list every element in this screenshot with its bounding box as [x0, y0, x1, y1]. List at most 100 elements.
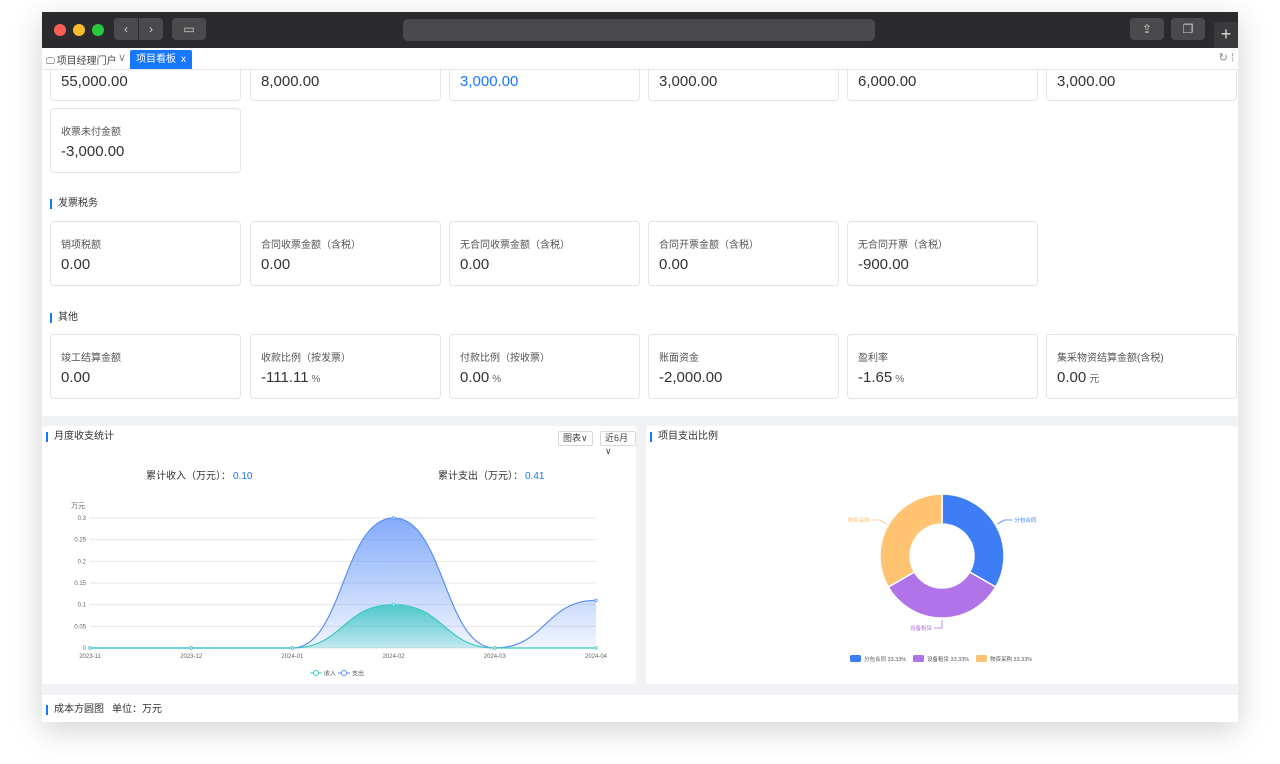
metric-unit: % [311, 374, 321, 385]
pie-label: 设备租赁 [910, 624, 933, 632]
pie-label: 分包合同 [1014, 516, 1037, 524]
y-tick-label: 0.2 [78, 559, 87, 565]
metric-card: 8,000.00 [250, 70, 441, 101]
income-point [493, 646, 497, 650]
metric-label: 收票未付金额 [61, 127, 121, 138]
share-button[interactable]: ⇪ [1130, 18, 1164, 40]
metric-value: 0.00 元 [1057, 369, 1099, 386]
address-bar[interactable] [403, 19, 875, 41]
tab-close-icon[interactable]: x [181, 54, 186, 65]
metric-label: 合同开票金额（含税） [659, 240, 759, 251]
metric-number: 0.00 [460, 369, 490, 386]
monthly-area-chart: 万元 0 0.05 0.1 0.15 0.2 0.25 0.3 2023-11 2023-12 20… [71, 502, 608, 678]
y-tick-label: 0.15 [74, 581, 86, 587]
metric-label: 付款比例（按收票） [460, 353, 550, 364]
legend-marker [313, 670, 319, 676]
metric-number: 0.00 [61, 369, 91, 386]
metric-value: 0.00 [61, 256, 91, 273]
other-card: 竣工结算金额 0.00 [50, 334, 241, 399]
pie-label-line [997, 519, 1013, 525]
x-tick-label: 2023-11 [79, 654, 101, 660]
monitor-icon: 🖵 [46, 56, 55, 66]
y-tick-label: 0 [83, 646, 87, 652]
other-card: 收款比例（按发票） -111.11% [250, 334, 441, 399]
income-point [594, 646, 598, 650]
x-tick-label: 2024-02 [383, 654, 406, 660]
metric-number: -2,000.00 [659, 369, 723, 386]
metric-value: 3,000.00 [659, 73, 718, 90]
legend-swatch [850, 655, 861, 662]
legend-swatch [913, 655, 924, 662]
section-title-other: 其他 [50, 313, 78, 323]
zoom-window-button[interactable] [92, 24, 104, 36]
other-card: 账面资金 -2,000.00 [648, 334, 839, 399]
metric-value: -900.00 [858, 256, 909, 273]
metric-label: 收款比例（按发票） [261, 353, 351, 364]
legend-label: 收入 [324, 670, 336, 678]
chevron-right-icon: › [149, 22, 153, 36]
metric-label: 无合同开票（含税） [858, 240, 948, 251]
y-axis-unit: 万元 [71, 502, 85, 510]
expense-point [594, 598, 598, 603]
pie-slice [887, 570, 997, 619]
metric-value: 0.00 [460, 256, 490, 273]
cost-panel-title-text: 成本方圆图 [54, 704, 104, 715]
refresh-icon[interactable]: ↻ ⁞ [1219, 51, 1234, 64]
other-card: 付款比例（按收票） 0.00% [449, 334, 640, 399]
tax-card: 无合同收票金额（含税） 0.00 [449, 221, 640, 286]
share-icon: ⇪ [1141, 22, 1153, 36]
x-tick-label: 2024-01 [281, 654, 304, 660]
y-tick-label: 0.25 [74, 538, 86, 544]
cost-panel-title: 成本方圆图 单位：万元 [46, 705, 162, 715]
metric-unit: % [492, 374, 502, 385]
metric-label: 合同收票金额（含税） [261, 240, 361, 251]
monthly-chart-box: 月度收支统计 图表∨ 近6月∨ 累计收入（万元）： 0.10 累计支出（万元）： 0… [42, 426, 636, 684]
legend-swatch [976, 655, 987, 662]
tab-project-dashboard[interactable]: 项目看板 x [130, 50, 192, 69]
x-tick-label: 2024-03 [484, 654, 507, 660]
forward-button[interactable]: › [139, 18, 163, 40]
tab-active-label: 项目看板 [136, 54, 176, 65]
pie-label-line [871, 519, 887, 525]
metric-unit: 元 [1089, 374, 1100, 385]
expense-point [391, 516, 396, 520]
metric-value-link[interactable]: 3,000.00 [460, 73, 518, 90]
legend-label: 物资采购 33.33% [990, 655, 1032, 663]
y-tick-label: 0.3 [78, 516, 87, 522]
metric-card: 3,000.00 [449, 70, 640, 101]
cost-panel-unit: 单位：万元 [112, 704, 162, 715]
legend-label: 分包合同 33.33% [864, 655, 906, 663]
metric-value: -111.11% [261, 369, 320, 386]
minimize-window-button[interactable] [73, 24, 85, 36]
metrics-panel: 55,000.00 8,000.00 3,000.00 3,000.00 6,0… [42, 70, 1238, 416]
metric-card: 3,000.00 [1046, 70, 1237, 101]
browser-window: ‹ › ▭ ⇪ ❐ + 🖵 项目经理门户 ∨ 项目看板 x ↻ ⁞ 55,000.0… [42, 12, 1238, 722]
back-button[interactable]: ‹ [114, 18, 138, 40]
metric-value: -2,000.00 [659, 369, 725, 386]
legend-label: 支出 [352, 670, 364, 678]
new-tab-button[interactable]: + [1214, 22, 1238, 48]
metric-card: 55,000.00 [50, 70, 241, 101]
expense-ratio-box: 项目支出比例 分包合同 设备租赁 物资采购 分包合同 33.33% 设备租赁 33.33… [646, 426, 1238, 684]
metric-number: -111.11 [261, 369, 309, 386]
tax-card: 销项税额 0.00 [50, 221, 241, 286]
sidebar-toggle-button[interactable]: ▭ [172, 18, 206, 40]
main-content: 55,000.00 8,000.00 3,000.00 3,000.00 6,0… [42, 70, 1238, 722]
close-window-button[interactable] [54, 24, 66, 36]
tabs-icon: ❐ [1182, 22, 1194, 36]
tab-overview-button[interactable]: ❐ [1171, 18, 1205, 40]
metric-value: -3,000.00 [61, 143, 125, 160]
tax-card: 合同收票金额（含税） 0.00 [250, 221, 441, 286]
metric-card: 3,000.00 [648, 70, 839, 101]
metric-unit: % [895, 374, 905, 385]
metric-label: 销项税额 [61, 240, 101, 251]
sidebar-icon: ▭ [183, 22, 195, 36]
chevron-down-icon[interactable]: ∨ [118, 51, 126, 64]
x-tick-label: 2024-04 [585, 654, 608, 660]
income-point [189, 646, 193, 650]
x-tick-label: 2023-12 [180, 654, 203, 660]
metric-value: 3,000.00 [1057, 73, 1116, 90]
tab-project-manager-portal[interactable]: 🖵 项目经理门户 [46, 52, 117, 67]
metric-number: -1.65 [858, 369, 893, 386]
metric-value: 8,000.00 [261, 73, 320, 90]
